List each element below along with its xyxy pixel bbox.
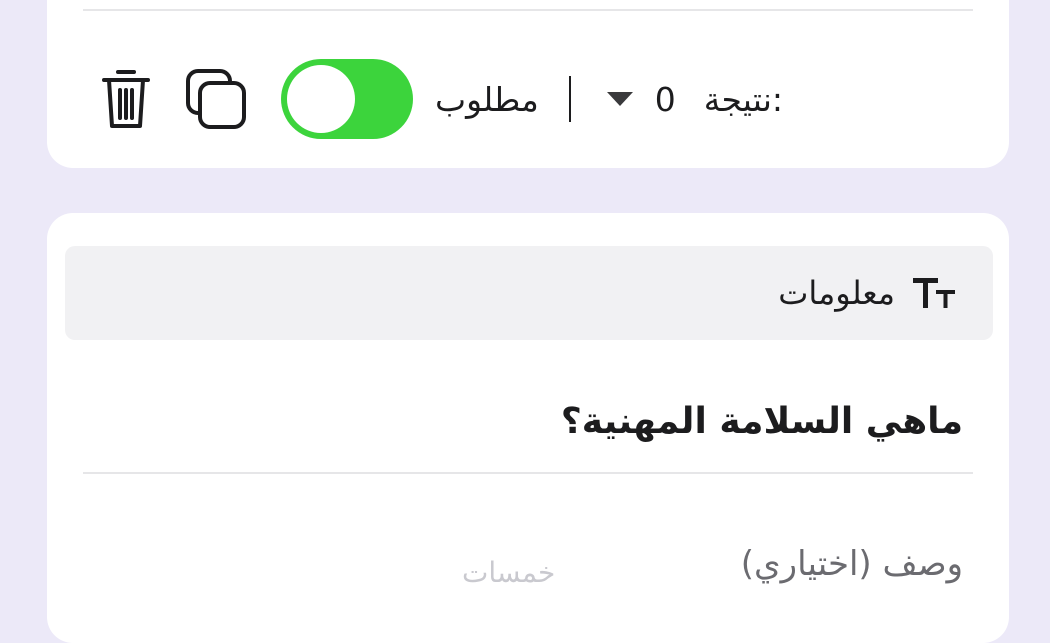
score-dropdown[interactable]: 0 xyxy=(606,79,676,119)
divider xyxy=(83,9,973,11)
score-label: نتيجة: xyxy=(703,79,784,119)
description-input[interactable] xyxy=(263,519,963,609)
question-controls: مطلوب 0 نتيجة: xyxy=(99,58,783,140)
question-type-header[interactable]: معلومات xyxy=(65,246,993,340)
question-settings-card: مطلوب 0 نتيجة: xyxy=(47,0,1009,168)
duplicate-button[interactable] xyxy=(183,64,249,134)
required-label: مطلوب xyxy=(435,79,539,119)
delete-button[interactable] xyxy=(99,64,153,134)
question-type-row: معلومات xyxy=(778,246,959,340)
copy-icon xyxy=(186,69,246,129)
question-title[interactable]: ماهي السلامة المهنية؟ xyxy=(561,401,963,442)
toggle-knob xyxy=(287,65,355,133)
controls-separator xyxy=(568,76,571,122)
trash-icon xyxy=(102,70,150,128)
required-toggle[interactable] xyxy=(281,59,413,139)
score-value: 0 xyxy=(654,79,676,119)
watermark: خمسات xyxy=(462,556,556,589)
question-type-label: معلومات xyxy=(778,274,895,312)
divider xyxy=(83,472,973,474)
text-size-icon xyxy=(913,278,955,308)
caret-down-icon xyxy=(606,92,633,106)
